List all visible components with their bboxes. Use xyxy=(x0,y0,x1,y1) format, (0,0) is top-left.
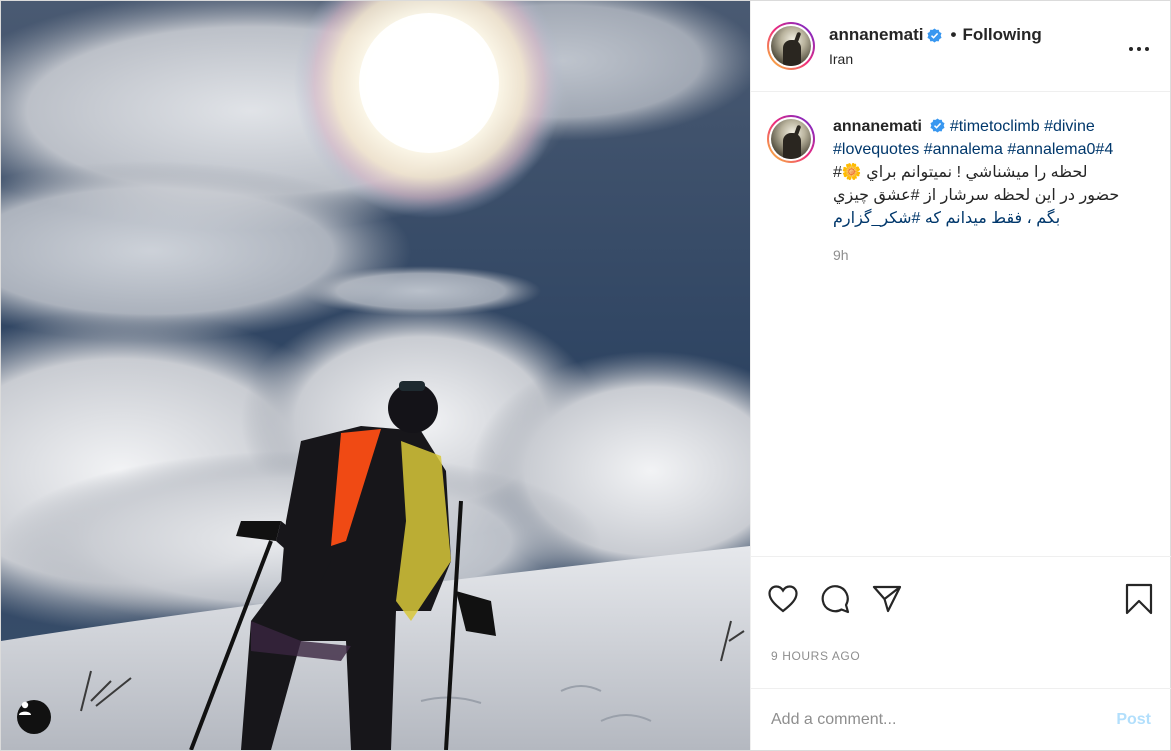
caption-line-1: لحظه را ميشناشي ! نميتوانم براي 🌼# xyxy=(833,164,1088,181)
instagram-post: annanemati • Following Iran annanemati #… xyxy=(0,0,1171,751)
caption: annanemati #timetoclimb #divine #lovequo… xyxy=(751,93,1171,555)
user-tag-button[interactable] xyxy=(17,700,51,734)
save-button[interactable] xyxy=(1123,583,1155,615)
location-link[interactable]: Iran xyxy=(829,51,1128,67)
verified-badge-icon xyxy=(930,118,945,133)
comment-button[interactable] xyxy=(819,583,851,615)
caption-avatar[interactable] xyxy=(767,115,815,163)
heart-icon xyxy=(768,585,798,613)
following-button[interactable]: Following xyxy=(962,25,1041,45)
action-bar: 9 HOURS AGO xyxy=(751,556,1171,696)
caption-line-3: بگم ، فقط ميدانم كه #شكر_گزارم xyxy=(833,210,1061,227)
post-comment-button[interactable]: Post xyxy=(1116,711,1151,729)
more-options-icon xyxy=(1129,46,1149,51)
like-button[interactable] xyxy=(767,583,799,615)
post-timestamp[interactable]: 9 HOURS AGO xyxy=(751,649,1171,663)
caption-age[interactable]: 9h xyxy=(833,244,1153,267)
separator-dot: • xyxy=(950,25,957,44)
post-photo xyxy=(1,1,750,750)
post-image[interactable] xyxy=(1,1,750,750)
verified-badge-icon xyxy=(927,27,943,43)
comment-box: Post xyxy=(751,688,1171,750)
comment-icon xyxy=(821,585,850,614)
share-icon xyxy=(872,585,902,613)
more-options-button[interactable] xyxy=(1128,35,1154,58)
post-header: annanemati • Following Iran xyxy=(751,1,1170,92)
caption-line-2: حضور در اين لحظه سرشار از #عشق چيزي xyxy=(833,187,1120,204)
comment-input[interactable] xyxy=(771,710,1117,729)
post-sidebar: annanemati • Following Iran annanemati #… xyxy=(750,1,1171,750)
share-button[interactable] xyxy=(871,583,903,615)
avatar[interactable] xyxy=(767,22,815,70)
username-link[interactable]: annanemati xyxy=(829,25,923,45)
bookmark-icon xyxy=(1125,583,1153,615)
caption-username[interactable]: annanemati xyxy=(833,118,922,135)
user-tag-icon xyxy=(19,701,31,715)
